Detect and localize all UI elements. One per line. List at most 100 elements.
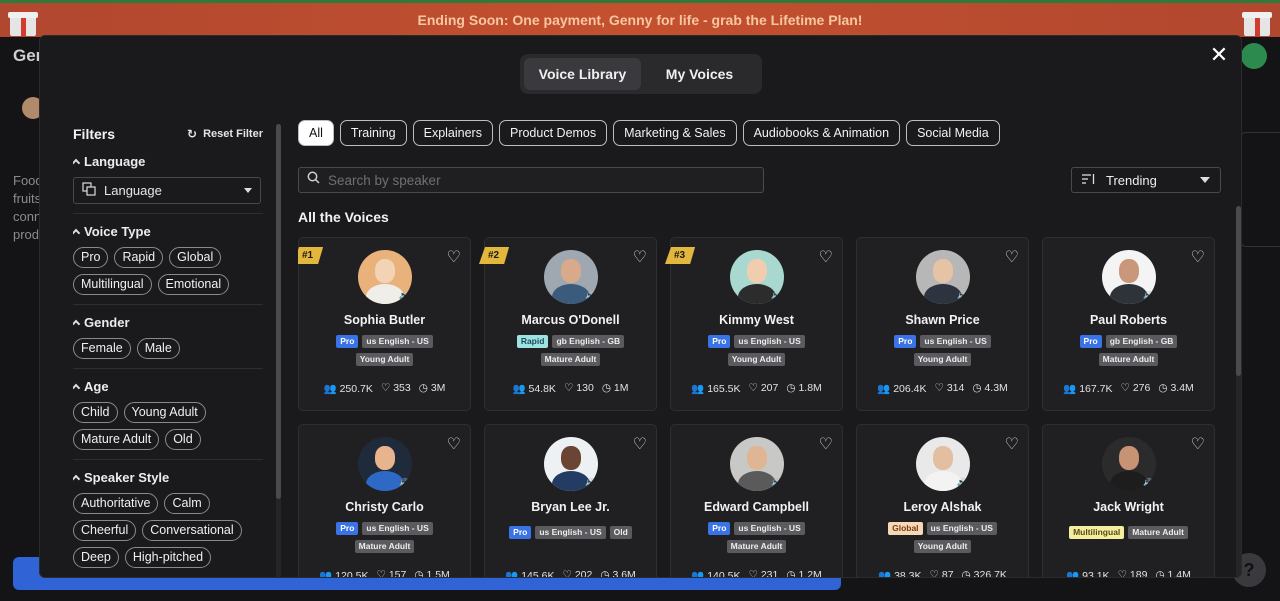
voice-type-section-toggle[interactable]: Voice Type [73,224,263,239]
filter-chip-calm[interactable]: Calm [164,493,210,514]
likes-stat: ♡ 276 [1120,382,1151,394]
voice-card[interactable]: #2 ♡ 🔊 Marcus O'Donell Rapid gb English -… [484,237,657,411]
likes-stat: ♡ 157 [376,569,406,577]
avatar[interactable]: 🔊 [358,437,412,491]
filter-chip-authoritative[interactable]: Authoritative [73,493,159,514]
heart-icon[interactable]: ♡ [1191,434,1205,454]
voice-grid: #1 ♡ 🔊 Sophia Butler Pro us English - US … [298,237,1216,578]
speaker-icon[interactable]: 🔊 [1143,478,1153,487]
voice-card[interactable]: ♡ 🔊 Jack Wright Multilingual Mature Adul… [1042,424,1215,577]
reset-filter-button[interactable]: ↻ Reset Filter [187,127,263,141]
voice-card[interactable]: ♡ 🔊 Leroy Alshak Global us English - US … [856,424,1029,577]
speaker-icon[interactable]: 🔊 [585,478,595,487]
voice-name: Jack Wright [1093,500,1164,514]
tab-voice-library[interactable]: Voice Library [524,58,641,90]
avatar[interactable]: 🔊 [358,250,412,304]
avatar[interactable]: 🔊 [916,437,970,491]
category-marketing-sales[interactable]: Marketing & Sales [613,120,737,146]
search-input[interactable] [328,172,755,188]
voice-card[interactable]: #3 ♡ 🔊 Kimmy West Pro us English - US You… [670,237,843,411]
heart-icon[interactable]: ♡ [819,247,833,267]
age-badge: Mature Adult [1128,526,1188,539]
heart-icon[interactable]: ♡ [633,247,647,267]
voices-scrollbar-thumb[interactable] [1236,206,1241,376]
language-section-toggle[interactable]: Language [73,154,263,169]
clock-icon: ◷ [786,569,796,578]
speaker-icon[interactable]: 🔊 [957,478,967,487]
filter-chip-child[interactable]: Child [73,402,118,423]
heart-icon[interactable]: ♡ [447,247,461,267]
voice-card[interactable]: ♡ 🔊 Shawn Price Pro us English - US Youn… [856,237,1029,411]
age-badge: Young Adult [727,353,786,366]
filter-chip-high-pitched[interactable]: High-pitched [124,547,212,568]
avatar[interactable]: 🔊 [1102,250,1156,304]
clock-icon: ◷ [414,569,424,578]
background-panel [1240,132,1280,247]
search-box [298,167,764,193]
heart-icon[interactable]: ♡ [1005,247,1019,267]
gender-section-toggle[interactable]: Gender [73,315,263,330]
heart-icon[interactable]: ♡ [819,434,833,454]
heart-icon[interactable]: ♡ [447,434,461,454]
avatar[interactable]: 🔊 [730,437,784,491]
avatar[interactable]: 🔊 [544,250,598,304]
tab-my-voices[interactable]: My Voices [641,58,758,90]
filter-chip-emotional[interactable]: Emotional [157,274,230,295]
voice-card[interactable]: ♡ 🔊 Bryan Lee Jr. Pro us English - US Ol… [484,424,657,577]
filter-chip-multilingual[interactable]: Multilingual [73,274,152,295]
speaker-icon[interactable]: 🔊 [399,478,409,487]
users-icon: 👥 [323,383,337,395]
filter-chip-male[interactable]: Male [136,338,180,359]
category-all[interactable]: All [298,120,334,146]
speaker-style-section-toggle[interactable]: Speaker Style [73,470,263,485]
age-badge: Mature Adult [726,540,787,553]
heart-icon[interactable]: ♡ [1191,247,1205,267]
sort-dropdown[interactable]: Trending [1071,167,1221,193]
filter-chip-rapid[interactable]: Rapid [114,247,164,268]
voice-stats: 👥 165.5K ♡ 207 ◷ 1.8M [671,382,842,395]
close-icon[interactable]: ✕ [1208,44,1230,66]
language-dropdown[interactable]: Language [73,177,261,204]
avatar[interactable]: 🔊 [544,437,598,491]
voice-card[interactable]: #1 ♡ 🔊 Sophia Butler Pro us English - US … [298,237,471,411]
heart-icon[interactable]: ♡ [1005,434,1019,454]
users-icon: 👥 [877,383,891,395]
filter-chip-young-adult[interactable]: Young Adult [123,402,206,423]
category-audiobooks-animation[interactable]: Audiobooks & Animation [742,120,901,146]
filter-chip-female[interactable]: Female [73,338,131,359]
duration-stat: ◷ 3.4M [1158,382,1194,394]
filter-chip-pro[interactable]: Pro [73,247,109,268]
category-social-media[interactable]: Social Media [906,120,1000,146]
filter-chip-conversational[interactable]: Conversational [142,520,242,541]
avatar[interactable]: 🔊 [730,250,784,304]
promo-banner[interactable]: Ending Soon: One payment, Genny for life… [0,0,1280,37]
voice-name: Sophia Butler [343,313,426,327]
filter-chip-cheerful[interactable]: Cheerful [73,520,137,541]
filters-scrollbar[interactable] [276,124,281,577]
filter-chip-old[interactable]: Old [165,429,201,450]
heart-icon[interactable]: ♡ [633,434,647,454]
voice-type-badge: Multilingual [1069,526,1125,539]
speaker-icon[interactable]: 🔊 [771,291,781,300]
filter-chip-deep[interactable]: Deep [73,547,119,568]
speaker-icon[interactable]: 🔊 [585,291,595,300]
category-product-demos[interactable]: Product Demos [498,120,608,146]
duration-stat: ◷ 1.5M [414,569,449,578]
category-training[interactable]: Training [339,120,407,146]
speaker-icon[interactable]: 🔊 [771,478,781,487]
speaker-icon[interactable]: 🔊 [1143,291,1153,300]
voice-card[interactable]: ♡ 🔊 Edward Campbell Pro us English - US … [670,424,843,578]
avatar[interactable]: 🔊 [916,250,970,304]
category-explainers[interactable]: Explainers [412,120,493,146]
voice-card[interactable]: ♡ 🔊 Christy Carlo Pro us English - US Ma… [298,424,471,578]
speaker-icon[interactable]: 🔊 [957,291,967,300]
filters-scrollbar-thumb[interactable] [276,124,281,499]
filter-chip-mature-adult[interactable]: Mature Adult [73,429,160,450]
speaker-icon[interactable]: 🔊 [399,291,409,300]
voice-card[interactable]: ♡ 🔊 Paul Roberts Pro gb English - GB Mat… [1042,237,1215,411]
filter-chip-global[interactable]: Global [169,247,222,268]
avatar[interactable]: 🔊 [1102,437,1156,491]
language-badge: us English - US [362,335,433,348]
voices-scrollbar[interactable] [1236,206,1241,577]
age-section-toggle[interactable]: Age [73,379,263,394]
